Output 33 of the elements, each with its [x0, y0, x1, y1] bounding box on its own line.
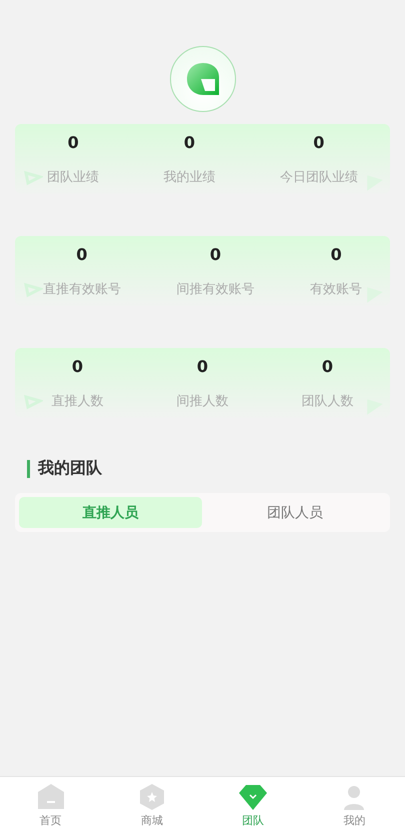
- stat-label: 今日团队业绩: [280, 168, 358, 186]
- tab-bar-item[interactable]: 首页: [0, 777, 102, 831]
- stat-value: 0: [330, 244, 342, 264]
- stat-label: 团队人数: [302, 392, 354, 410]
- stat-value: 0: [76, 244, 88, 264]
- stat-value: 0: [184, 132, 196, 152]
- tab-bar-item[interactable]: 团队: [202, 777, 304, 831]
- tab-bar-item[interactable]: 商城: [101, 777, 202, 831]
- diamond-icon: [238, 783, 268, 811]
- stat-label: 有效账号: [310, 280, 362, 298]
- tab[interactable]: 直推人员: [19, 497, 202, 528]
- stat-label: 团队业绩: [47, 168, 100, 186]
- stat-value: 0: [313, 132, 324, 152]
- stat-value: 0: [68, 132, 79, 152]
- stat-value: 0: [72, 356, 84, 376]
- section-title: 我的团队: [38, 458, 102, 479]
- home-icon: [36, 783, 65, 811]
- triangle-outline-icon: [23, 282, 43, 298]
- stat-label: 直推人数: [52, 392, 104, 410]
- stat-value: 0: [210, 244, 222, 264]
- stat-label: 间推有效账号: [176, 280, 254, 298]
- accent-bar: [27, 460, 30, 478]
- stat-label: 直推有效账号: [42, 280, 121, 298]
- leaf-logo-icon: [184, 61, 220, 97]
- triangle-outline-icon: [23, 394, 43, 410]
- tab[interactable]: 团队人员: [204, 497, 386, 528]
- stat-value: 0: [322, 356, 334, 376]
- tab-bar-item[interactable]: 我的: [304, 777, 405, 831]
- star-hexagon-icon: [138, 783, 166, 811]
- stat-label: 我的业绩: [163, 168, 216, 186]
- triangle-outline-icon: [23, 170, 43, 186]
- stat-label: 间推人数: [176, 392, 228, 410]
- stat-value: 0: [196, 356, 208, 376]
